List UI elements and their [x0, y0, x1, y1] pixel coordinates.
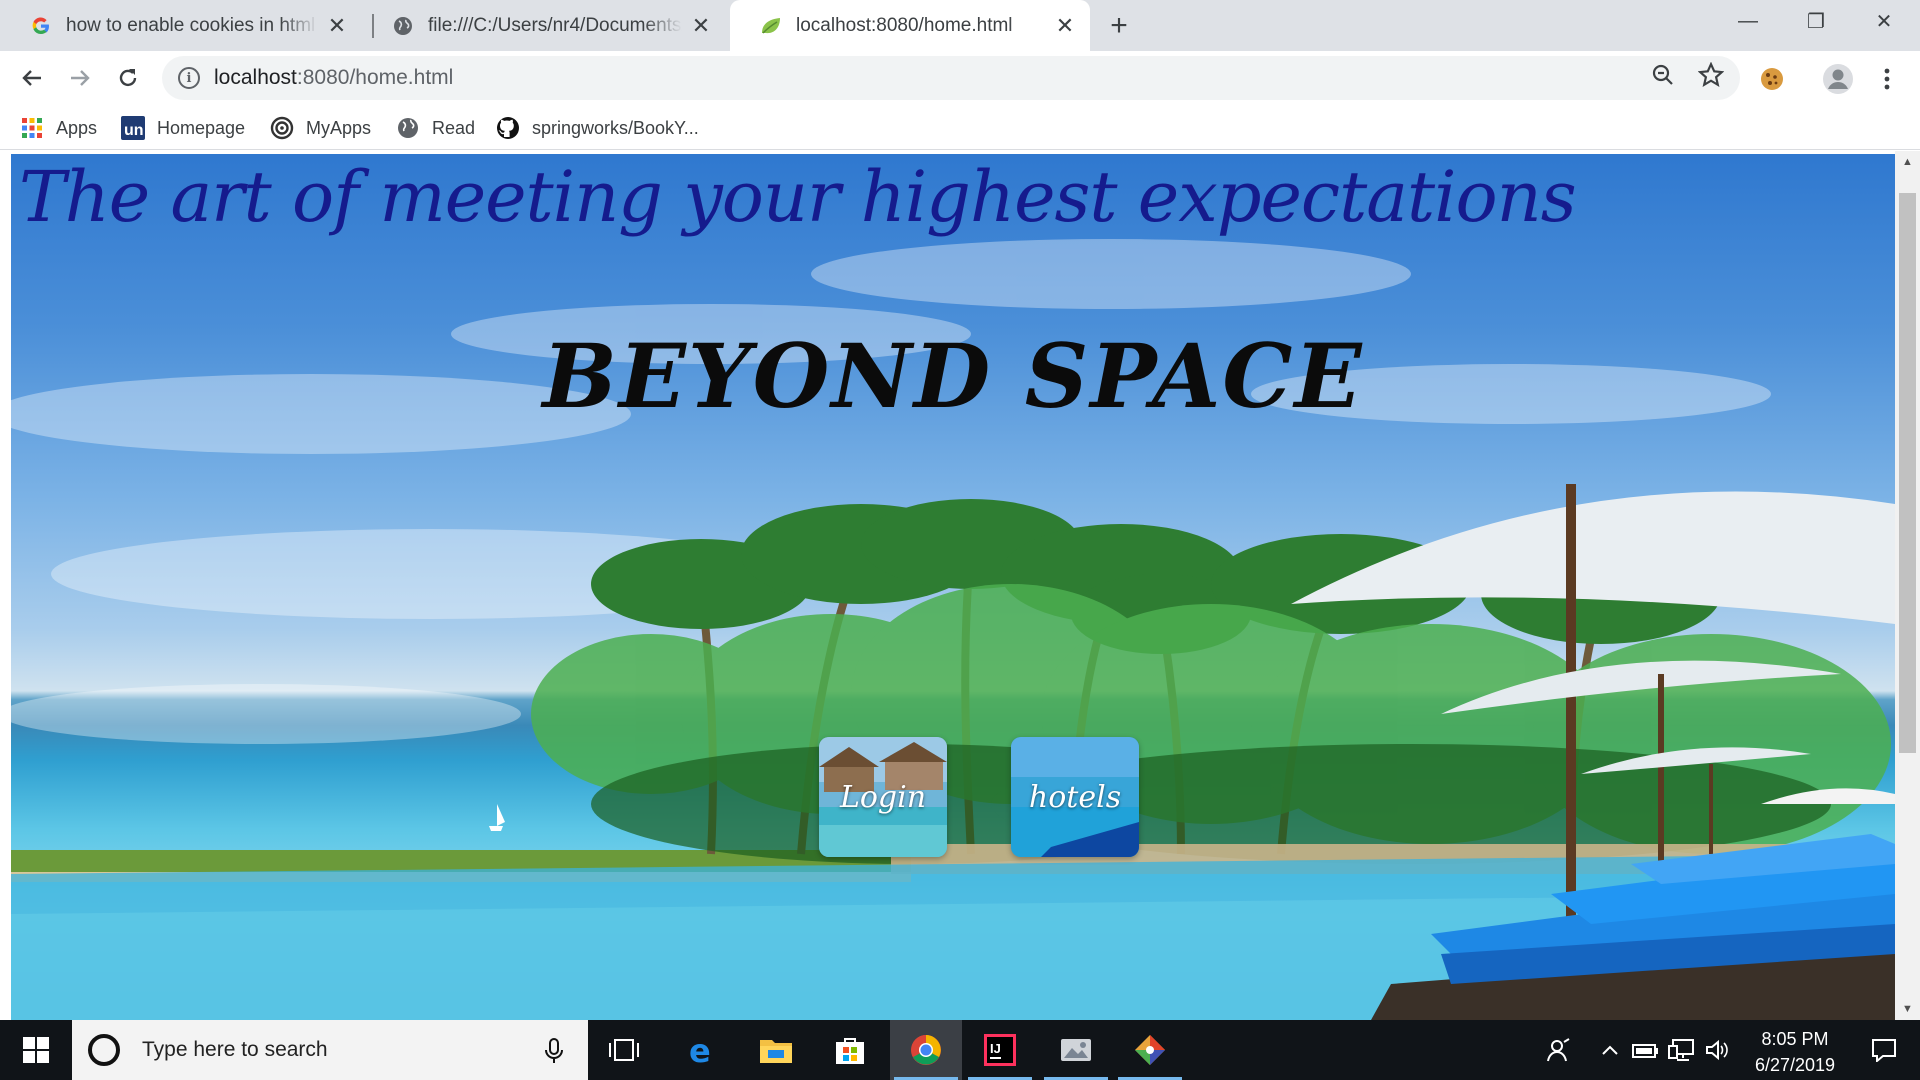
bookmark-springworks[interactable]: springworks/BookY... [496, 114, 699, 142]
url-host: localhost [214, 66, 297, 89]
edge-icon[interactable]: e [666, 1020, 738, 1080]
myapps-icon [270, 116, 294, 140]
network-icon[interactable] [1666, 1020, 1698, 1080]
store-icon[interactable] [814, 1020, 886, 1080]
close-icon[interactable]: ✕ [1054, 13, 1076, 38]
back-arrow-icon [22, 70, 41, 86]
hotels-tile-button[interactable]: hotels [1011, 737, 1139, 857]
browser-toolbar: i localhost:8080/home.html [0, 51, 1920, 106]
clock-time: 8:05 PM [1761, 1029, 1829, 1049]
svg-text:un: un [124, 122, 144, 139]
address-bar[interactable]: i localhost:8080/home.html [162, 56, 1740, 100]
cortana-icon [88, 1034, 120, 1066]
task-view-icon[interactable] [588, 1020, 660, 1080]
tab-file[interactable]: file:///C:/Users/nr4/Documents/n ✕ [362, 0, 726, 51]
svg-text:e: e [689, 1034, 711, 1066]
globe-icon [392, 15, 414, 37]
back-button[interactable] [12, 58, 52, 98]
hero-background: The art of meeting your highest expectat… [11, 154, 1895, 1020]
close-icon[interactable]: ✕ [326, 13, 348, 38]
tab-localhost[interactable]: localhost:8080/home.html ✕ [730, 0, 1090, 51]
windows-logo-icon [23, 1037, 49, 1063]
tab-title: localhost:8080/home.html [796, 14, 1013, 36]
clock-date: 6/27/2019 [1754, 1055, 1836, 1075]
restore-button[interactable]: ❐ [1782, 0, 1850, 42]
tab-title: file:///C:/Users/nr4/Documents/n [428, 14, 682, 36]
chrome-icon[interactable] [890, 1020, 962, 1080]
close-window-button[interactable]: ✕ [1850, 0, 1918, 42]
zoom-icon[interactable] [1650, 62, 1676, 88]
windows-taskbar: Type here to search e IJ 8:05 PM 6/27/20… [0, 1020, 1920, 1080]
battery-icon[interactable] [1630, 1020, 1662, 1080]
url-path: :8080/home.html [296, 66, 454, 89]
github-icon [496, 116, 520, 140]
apps-grid-icon [20, 116, 44, 140]
tab-google-search[interactable]: how to enable cookies in html pa ✕ [0, 0, 362, 51]
bookmark-read[interactable]: Read [396, 114, 475, 142]
resort-scene-illustration [11, 239, 1895, 1020]
brand-title: BEYOND SPACE [542, 324, 1364, 428]
login-tile-button[interactable]: Login [819, 737, 947, 857]
page-tagline: The art of meeting your highest expectat… [19, 156, 1577, 238]
svg-text:IJ: IJ [990, 1041, 1001, 1056]
system-clock[interactable]: 8:05 PM 6/27/2019 [1730, 1026, 1860, 1078]
reload-button[interactable] [108, 58, 148, 98]
login-label: Login [839, 779, 927, 815]
vertical-scrollbar[interactable]: ▲ ▼ [1895, 151, 1920, 1020]
bookmark-label: MyApps [306, 117, 372, 138]
read-icon [396, 116, 420, 140]
bookmarks-bar: Apps un Homepage MyApps Read springworks… [0, 106, 1920, 150]
bookmark-myapps[interactable]: MyApps [270, 114, 371, 142]
bookmark-label: Homepage [157, 117, 246, 138]
show-hidden-icons-chevron-icon[interactable] [1596, 1020, 1624, 1080]
intellij-icon[interactable]: IJ [964, 1020, 1036, 1080]
photos-icon[interactable] [1040, 1020, 1112, 1080]
url-text[interactable]: localhost:8080/home.html [214, 66, 453, 90]
scroll-thumb[interactable] [1899, 193, 1916, 753]
homepage-icon: un [121, 116, 145, 140]
file-explorer-icon[interactable] [740, 1020, 812, 1080]
reload-icon [119, 69, 137, 87]
google-icon [30, 15, 52, 37]
tab-strip: how to enable cookies in html pa ✕ file:… [0, 0, 1920, 51]
profile-avatar-icon[interactable] [1821, 62, 1855, 96]
page-viewport: The art of meeting your highest expectat… [0, 151, 1920, 1020]
close-icon[interactable]: ✕ [690, 13, 712, 38]
new-tab-button[interactable]: + [1103, 9, 1135, 42]
bookmark-star-icon[interactable] [1698, 62, 1724, 88]
bookmark-label: springworks/BookY... [532, 117, 699, 138]
info-icon[interactable]: i [178, 67, 200, 89]
notifications-icon[interactable] [1862, 1020, 1906, 1080]
bookmark-label: Apps [56, 117, 98, 138]
leaf-icon [760, 15, 782, 37]
scroll-down-arrow[interactable]: ▼ [1895, 998, 1920, 1020]
people-icon[interactable] [1540, 1020, 1576, 1080]
git-icon[interactable] [1114, 1020, 1186, 1080]
taskbar-search-box[interactable]: Type here to search [72, 1020, 588, 1080]
cookie-extension-icon[interactable] [1755, 62, 1789, 96]
minimize-button[interactable]: — [1714, 0, 1782, 42]
menu-kebab-icon[interactable] [1870, 62, 1904, 96]
bookmark-homepage[interactable]: un Homepage [121, 114, 245, 142]
microphone-icon[interactable] [542, 1038, 566, 1064]
scroll-up-arrow[interactable]: ▲ [1895, 151, 1920, 173]
forward-button[interactable] [60, 58, 100, 98]
forward-arrow-icon [71, 70, 90, 86]
search-placeholder: Type here to search [142, 1038, 328, 1061]
tab-title: how to enable cookies in html pa [66, 14, 318, 36]
bookmark-label: Read [432, 117, 476, 138]
volume-icon[interactable] [1702, 1020, 1732, 1080]
bookmark-apps[interactable]: Apps [20, 114, 97, 142]
start-button[interactable] [0, 1020, 72, 1080]
hotels-label: hotels [1028, 779, 1122, 815]
